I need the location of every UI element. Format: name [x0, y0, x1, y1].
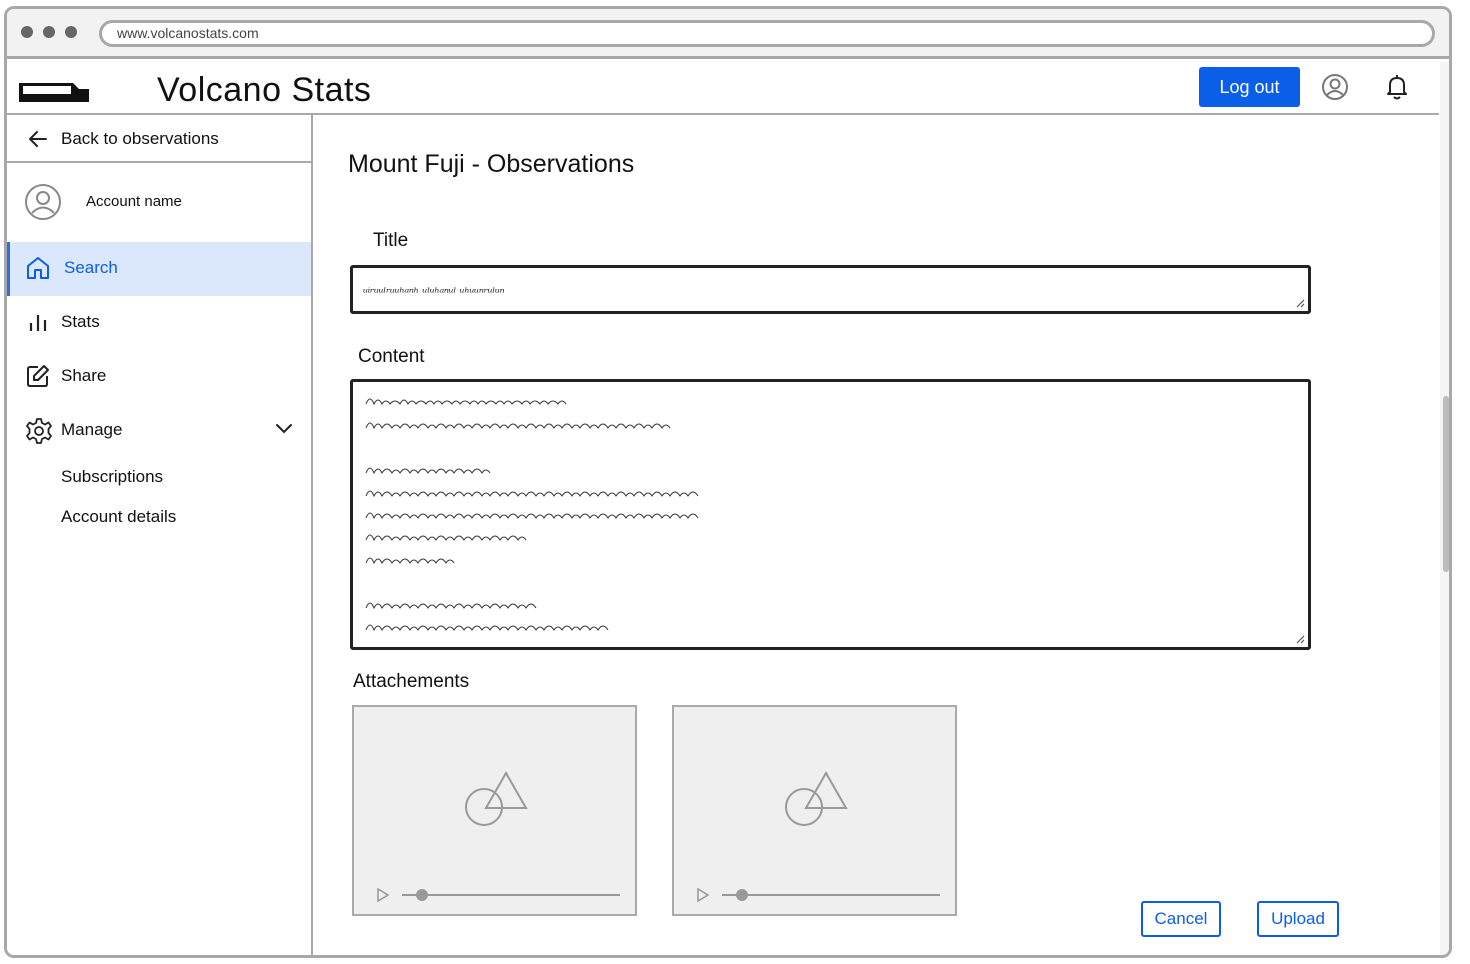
back-label: Back to observations	[61, 129, 219, 148]
sidebar-item-label: Search	[64, 258, 118, 277]
scrollbar-thumb[interactable]	[1443, 396, 1449, 572]
back-to-observations-link[interactable]: Back to observations	[7, 115, 311, 163]
main-content: Mount Fuji - Observations Title ᵤᵢᵣᵤᵤₗᵣᵤ…	[315, 115, 1439, 955]
attachment-video-2[interactable]	[672, 705, 957, 916]
title-label: Title	[373, 230, 409, 251]
browser-window: www.volcanostats.com Volcano Stats Log o…	[4, 6, 1452, 958]
sidebar-item-manage[interactable]: Manage	[7, 404, 311, 458]
browser-toolbar: www.volcanostats.com	[7, 9, 1449, 59]
sidebar-subitem-subscriptions[interactable]: Subscriptions	[61, 467, 163, 487]
sidebar-subitem-account-details[interactable]: Account details	[61, 507, 176, 527]
sidebar-item-label: Manage	[61, 420, 123, 439]
arrow-left-icon	[29, 131, 47, 147]
attachments-label: Attachements	[353, 671, 470, 692]
resize-handle-icon[interactable]	[1295, 298, 1305, 308]
content-scribble	[365, 398, 699, 632]
content-textarea[interactable]	[350, 379, 1311, 650]
gear-icon	[26, 418, 52, 444]
page-scrollbar[interactable]	[1440, 62, 1449, 955]
chevron-down-icon[interactable]	[275, 422, 293, 436]
address-bar[interactable]: www.volcanostats.com	[99, 20, 1435, 47]
video-progress-track[interactable]	[402, 894, 620, 896]
sidebar: Back to observations Account name Search…	[7, 115, 313, 955]
home-icon	[27, 257, 49, 279]
media-placeholder-icon	[465, 771, 528, 826]
user-avatar-icon[interactable]	[1320, 72, 1350, 102]
resize-handle-icon[interactable]	[1295, 634, 1305, 644]
content-label: Content	[358, 346, 425, 367]
video-progress-track[interactable]	[722, 894, 940, 896]
window-close-dot[interactable]	[21, 26, 33, 38]
sidebar-item-stats[interactable]: Stats	[7, 296, 311, 350]
account-row[interactable]: Account name	[24, 183, 304, 221]
title-textarea[interactable]: ᵤᵢᵣᵤᵤₗᵣᵤᵤₕₐₙₕ ᵤₗᵤₕₐₙᵤₗ ᵤₕᵤᵤₙᵣᵤₗᵤₙ	[350, 265, 1311, 314]
avatar-icon	[25, 184, 61, 220]
bell-icon[interactable]	[1382, 72, 1412, 102]
upload-button[interactable]: Upload	[1257, 901, 1339, 937]
bar-chart-icon	[29, 315, 47, 331]
page-title: Mount Fuji - Observations	[348, 150, 635, 178]
edit-icon	[27, 365, 49, 387]
cancel-button[interactable]: Cancel	[1141, 901, 1221, 937]
app-header: Volcano Stats Log out	[7, 62, 1439, 115]
logout-button[interactable]: Log out	[1199, 67, 1300, 107]
play-icon[interactable]	[376, 887, 390, 903]
video-progress-handle[interactable]	[736, 889, 748, 901]
sidebar-item-label: Share	[61, 366, 107, 385]
sidebar-item-share[interactable]: Share	[7, 350, 311, 404]
account-name: Account name	[86, 193, 182, 210]
media-placeholder-icon	[785, 771, 848, 826]
video-progress-handle[interactable]	[416, 889, 428, 901]
window-minimize-dot[interactable]	[43, 26, 55, 38]
window-maximize-dot[interactable]	[65, 26, 77, 38]
sidebar-item-label: Stats	[61, 312, 100, 331]
play-icon[interactable]	[696, 887, 710, 903]
logo-icon	[19, 83, 89, 102]
app-title: Volcano Stats	[157, 71, 372, 109]
title-scribble: ᵤᵢᵣᵤᵤₗᵣᵤᵤₕₐₙₕ ᵤₗᵤₕₐₙᵤₗ ᵤₕᵤᵤₙᵣᵤₗᵤₙ	[363, 282, 505, 297]
sidebar-item-search[interactable]: Search	[7, 242, 311, 296]
attachment-video-1[interactable]	[352, 705, 637, 916]
